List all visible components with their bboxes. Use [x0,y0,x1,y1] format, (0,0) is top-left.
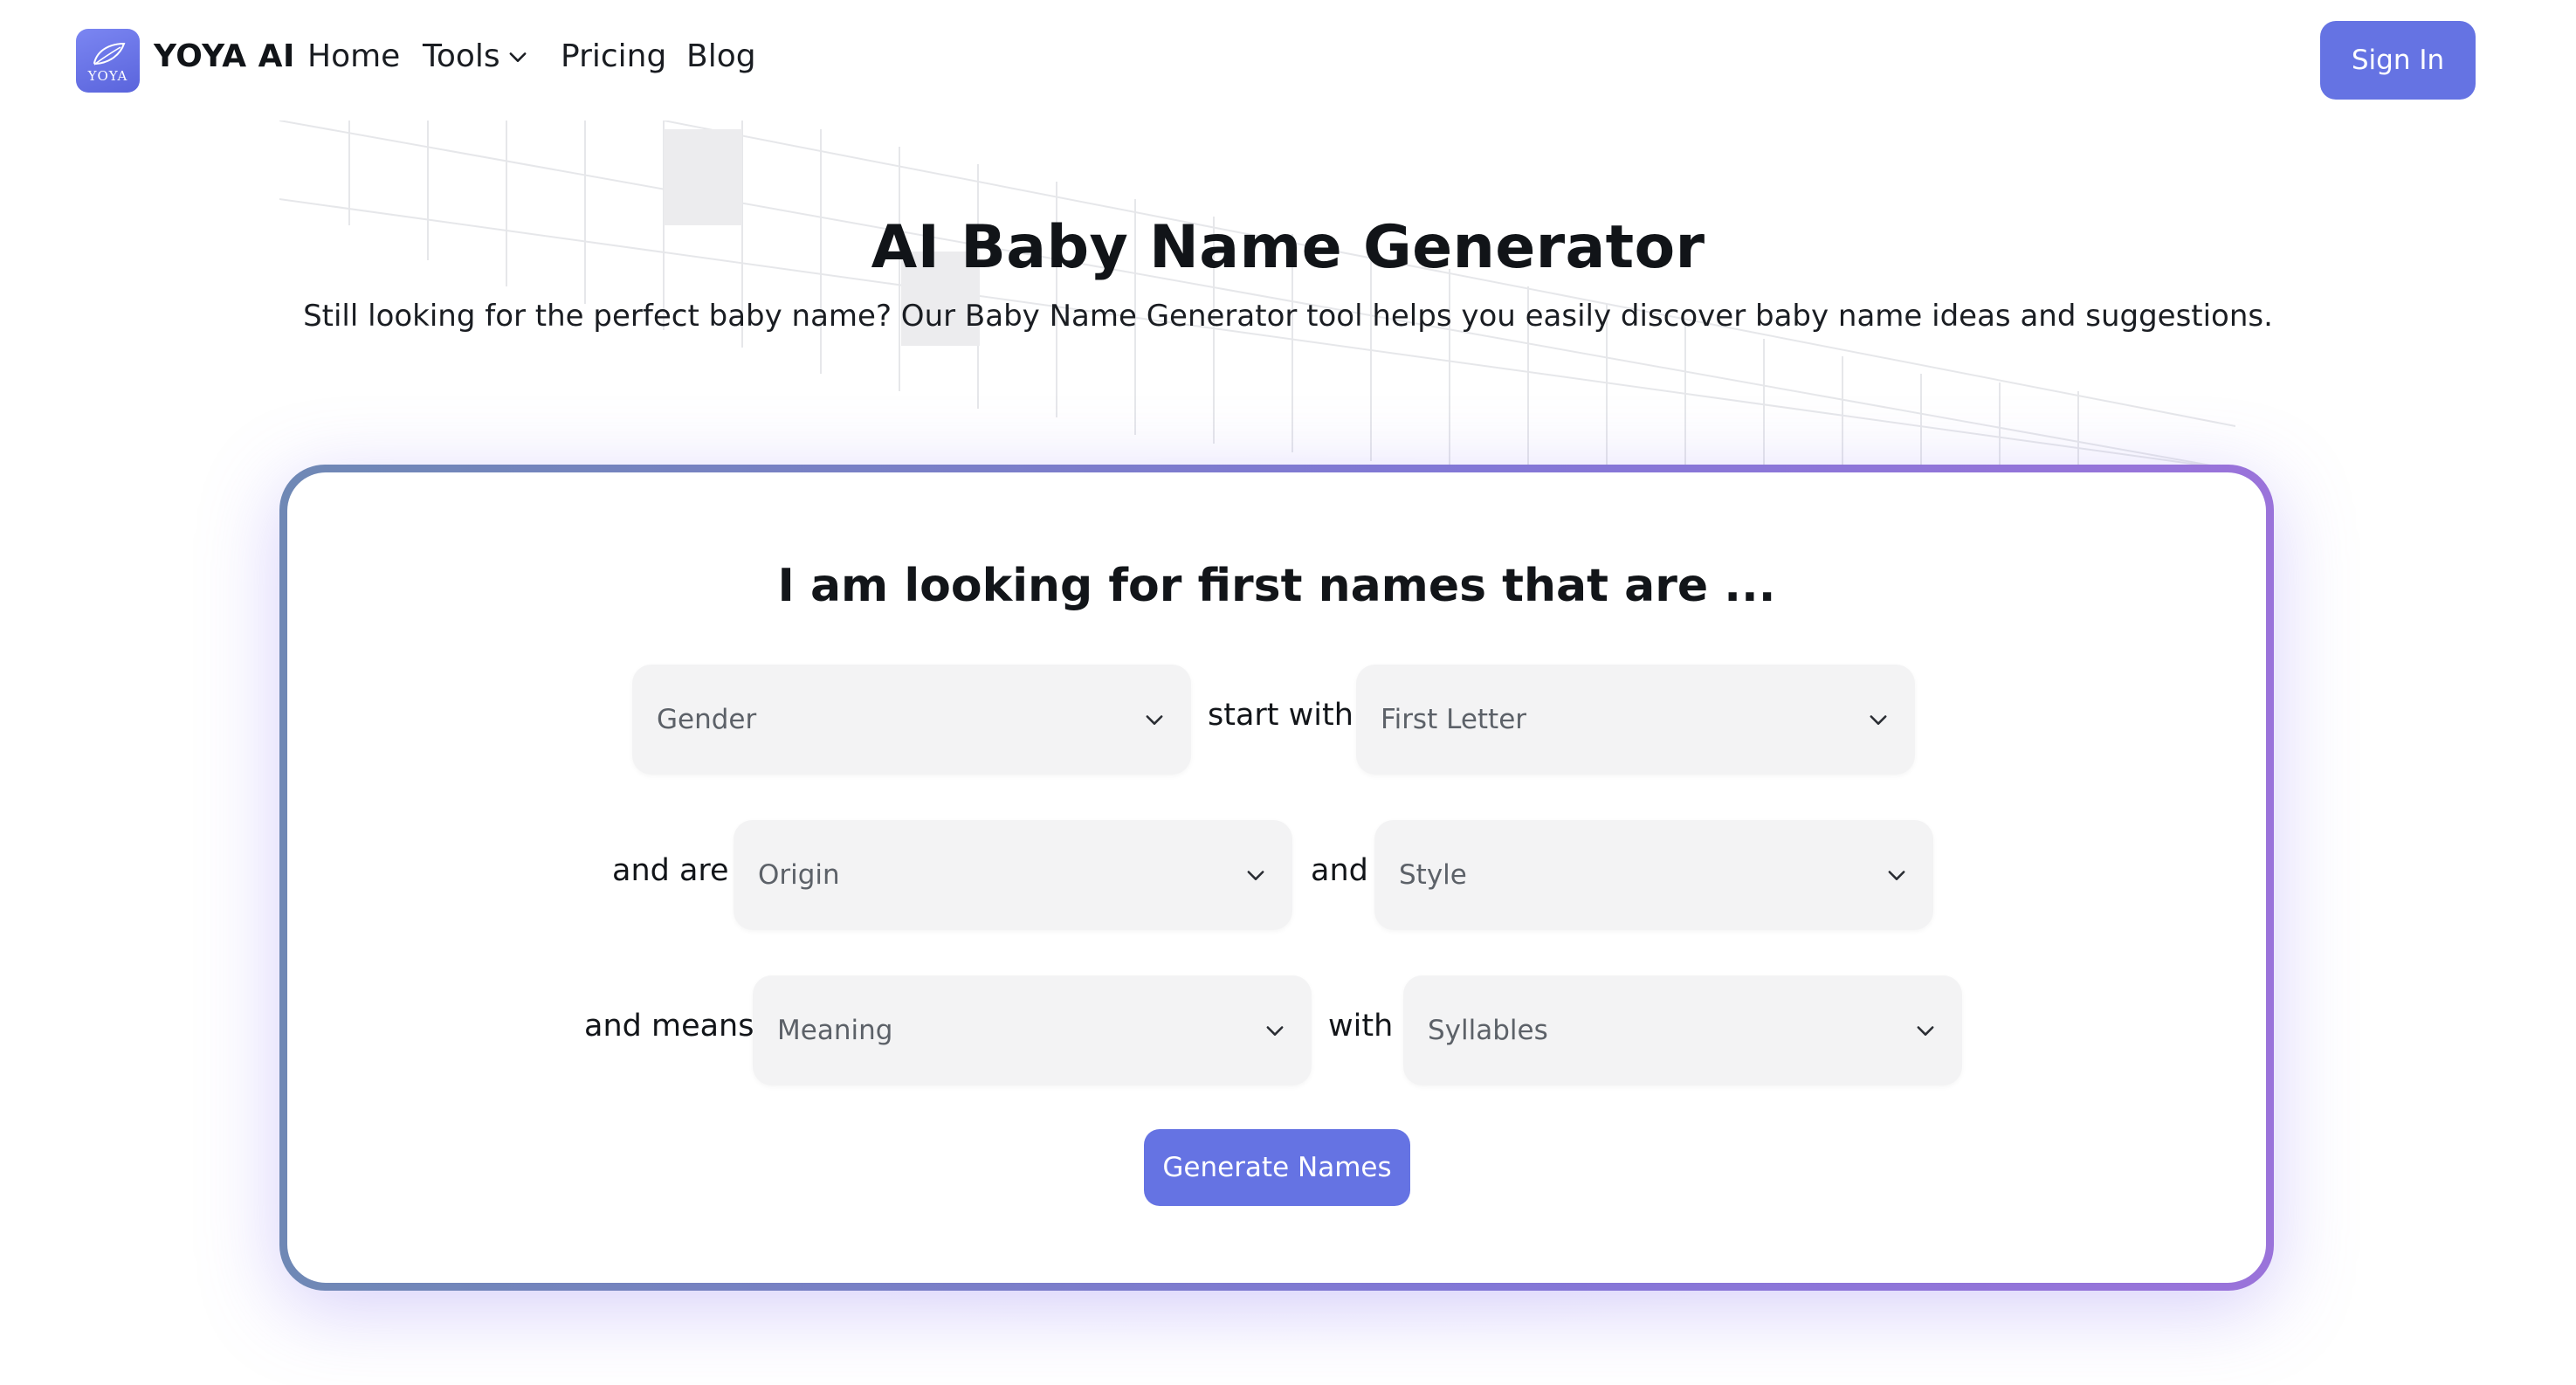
chevron-down-icon [1146,715,1163,725]
chevron-down-icon [1888,871,1905,880]
chevron-down-icon [1917,1026,1934,1036]
name-form: I am looking for first names that are ..… [287,472,2266,1283]
nav-blog-link[interactable]: Blog [686,38,756,74]
gender-select-value: Gender [657,704,757,735]
sign-in-button[interactable]: Sign In [2320,21,2476,100]
page-subtitle: Still looking for the perfect baby name?… [303,299,2273,334]
page-title: AI Baby Name Generator [871,213,1705,282]
nav-tools-menu[interactable]: Tools [423,38,530,74]
logo-text: YOYA [87,67,128,84]
chevron-down-icon [1266,1026,1284,1036]
nav-home-link[interactable]: Home [307,38,400,74]
logo[interactable]: YOYA [76,29,140,93]
style-select[interactable]: Style [1374,820,1933,930]
nav-pricing-link[interactable]: Pricing [561,38,666,74]
label-and-are: and are [612,853,729,888]
style-select-value: Style [1399,859,1467,891]
chevron-down-icon [509,52,527,62]
syllables-select-value: Syllables [1428,1015,1548,1046]
nav-tools-label: Tools [423,38,500,74]
page: YOYA YOYA AI Home Tools Pricing Blog Sig… [0,0,2576,1385]
origin-select-value: Origin [758,859,840,891]
chevron-down-icon [1247,871,1264,880]
first-letter-select-value: First Letter [1381,704,1527,735]
first-letter-select[interactable]: First Letter [1356,665,1915,775]
form-heading: I am looking for first names that are ..… [777,560,1776,612]
name-form-card: I am looking for first names that are ..… [279,465,2274,1291]
meaning-select[interactable]: Meaning [753,975,1312,1085]
origin-select[interactable]: Origin [734,820,1292,930]
generate-names-button[interactable]: Generate Names [1144,1129,1410,1206]
meaning-select-value: Meaning [777,1015,893,1046]
syllables-select[interactable]: Syllables [1403,975,1962,1085]
top-navigation: YOYA YOYA AI Home Tools Pricing Blog Sig… [0,0,2576,122]
brand-name[interactable]: YOYA AI [154,38,295,74]
label-start-with: start with [1208,698,1353,733]
label-and: and [1311,853,1368,888]
gender-select[interactable]: Gender [632,665,1191,775]
chevron-down-icon [1870,715,1887,725]
leaf-logo-icon [93,42,125,65]
label-and-means: and means [584,1009,754,1044]
label-with: with [1328,1009,1394,1044]
